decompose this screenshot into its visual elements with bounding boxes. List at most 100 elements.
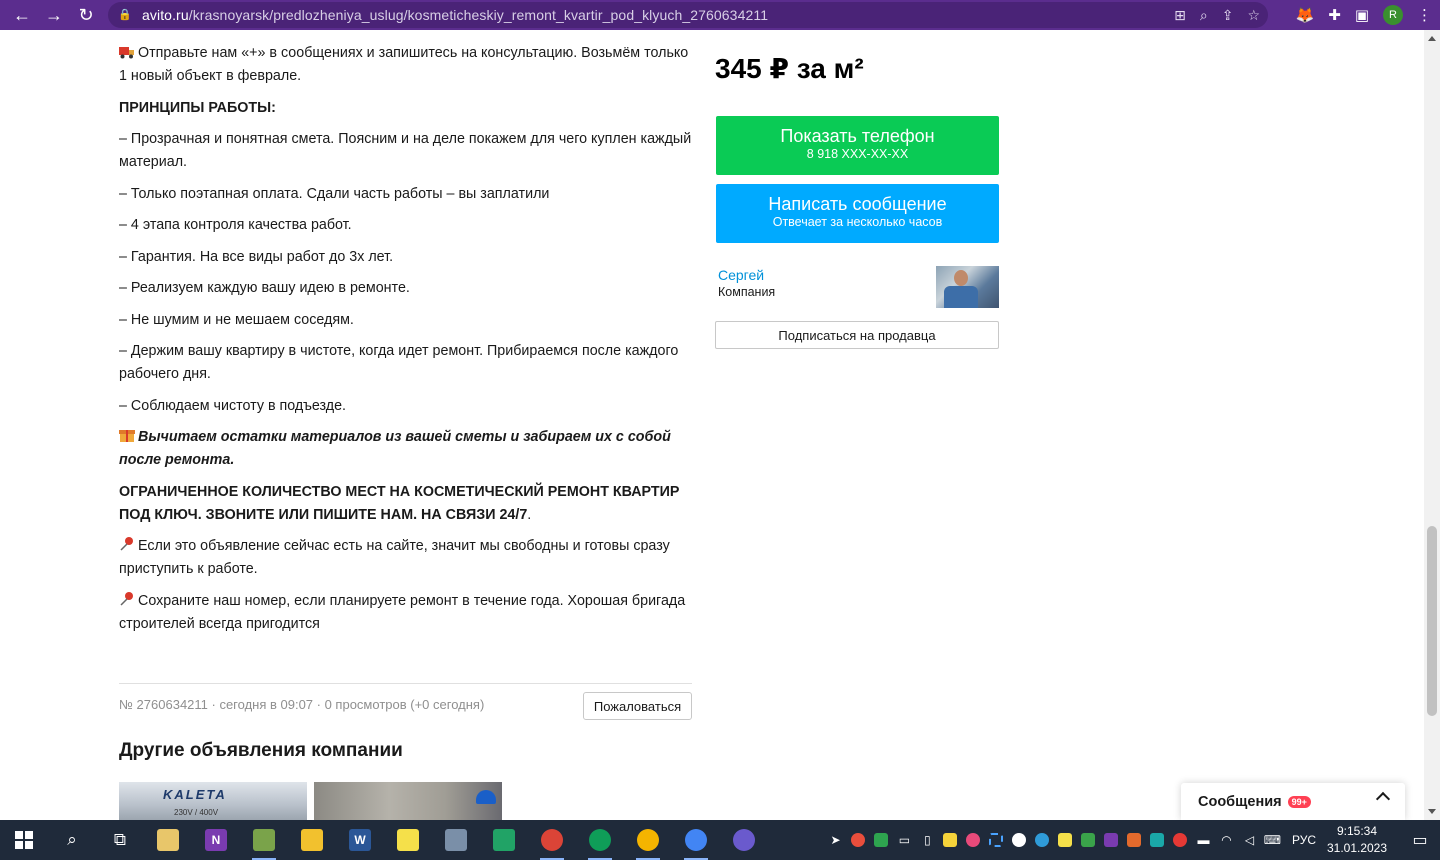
scroll-down-arrow-icon[interactable]: [1428, 809, 1436, 814]
messages-count-badge: 99+: [1287, 795, 1311, 808]
description-paragraph: Вычитаем остатки материалов из вашей сме…: [119, 426, 699, 472]
description-paragraph: Отправьте нам «+» в сообщениях и запишит…: [119, 42, 699, 88]
messages-label: Сообщения: [1198, 793, 1282, 810]
fx-icon[interactable]: [1146, 820, 1169, 860]
task-view-icon[interactable]: ⧉: [96, 820, 144, 860]
paragraph-text: – 4 этапа контроля качества работ.: [119, 217, 352, 233]
write-message-button[interactable]: Написать сообщение Отвечает за несколько…: [716, 184, 999, 243]
other-ads-title: Другие объявления компании: [119, 740, 403, 761]
wifi-icon[interactable]: ◠: [1215, 820, 1238, 860]
pushpin-emoji-icon: [119, 591, 135, 606]
address-bar[interactable]: 🔒 avito.ru/krasnoyarsk/predlozheniya_usl…: [108, 2, 1268, 28]
notifications-icon[interactable]: ▭: [1400, 820, 1440, 860]
page-scrollbar[interactable]: [1424, 30, 1440, 820]
browser-tray-icon[interactable]: [1031, 820, 1054, 860]
screenshot-icon[interactable]: [985, 820, 1008, 860]
complain-button[interactable]: Пожаловаться: [583, 692, 692, 720]
cloud-icon[interactable]: [1077, 820, 1100, 860]
shield-icon[interactable]: [870, 820, 893, 860]
avatar-shirt-shape: [944, 286, 978, 308]
system-tray: ➤ ▭ ▯ ▬ ◠ ◁ ⌨ РУС 9:15:34 31.01.2023 ▭: [824, 820, 1440, 860]
volume-icon[interactable]: ◁: [1238, 820, 1261, 860]
scrollbar-thumb[interactable]: [1427, 526, 1437, 716]
description-paragraph: ПРИНЦИПЫ РАБОТЫ:: [119, 97, 699, 120]
paragraph-text: – Не шумим и не мешаем соседям.: [119, 311, 354, 328]
chrome-profile-icon[interactable]: [624, 820, 672, 860]
show-phone-label: Показать телефон: [780, 126, 935, 146]
paragraph-text: Сохраните наш номер, если планируете рем…: [119, 592, 686, 632]
share-icon[interactable]: ⇪: [1222, 7, 1234, 24]
scroll-up-arrow-icon[interactable]: [1428, 36, 1436, 41]
clock-date: 31.01.2023: [1326, 841, 1388, 855]
check-icon[interactable]: [1054, 820, 1077, 860]
paragraph-text: – Держим вашу квартиру в чистоте, когда …: [119, 343, 679, 382]
chevron-up-icon[interactable]: [1375, 791, 1391, 807]
description-paragraph: – Гарантия. На все виды работ до 3х лет.: [119, 246, 699, 269]
description-paragraph: Сохраните наш номер, если планируете рем…: [119, 590, 699, 636]
other-ad-thumbnail[interactable]: KALETA 230V / 400V: [119, 782, 307, 820]
sticky-notes-icon[interactable]: [384, 820, 432, 860]
masked-phone-number: 8 918 XXX-XX-XX: [806, 147, 909, 161]
monitor-icon[interactable]: ▭: [893, 820, 916, 860]
seller-name-link[interactable]: Сергей: [718, 267, 764, 283]
zoom-icon[interactable]: ⌕: [1200, 7, 1208, 24]
app-tray-icon[interactable]: [1123, 820, 1146, 860]
paragraph-text: Если это объявление сейчас есть на сайте…: [119, 538, 670, 577]
document-icon[interactable]: ▯: [916, 820, 939, 860]
bookmark-star-icon[interactable]: ☆: [1247, 7, 1260, 24]
clock-time: 9:15:34: [1336, 824, 1378, 838]
thumbnail-brand-text: KALETA: [163, 787, 227, 802]
network-app-icon[interactable]: [432, 820, 480, 860]
target-icon[interactable]: [962, 820, 985, 860]
paragraph-text: Отправьте нам «+» в сообщениях и запишит…: [119, 45, 689, 84]
seller-type: Компания: [718, 285, 776, 299]
messages-widget[interactable]: Сообщения 99+: [1181, 783, 1405, 820]
chart-app-icon[interactable]: [240, 820, 288, 860]
chrome-profile-icon[interactable]: [672, 820, 720, 860]
search-icon[interactable]: ⌕: [48, 820, 96, 860]
telegram-icon[interactable]: ➤: [824, 820, 847, 860]
thumbnail-sub-text: 230V / 400V: [174, 808, 219, 817]
description-paragraph: Если это объявление сейчас есть на сайте…: [119, 535, 699, 581]
chrome-profile-icon[interactable]: [576, 820, 624, 860]
paragraph-text: ПРИНЦИПЫ РАБОТЫ:: [119, 99, 276, 116]
settings-app-icon[interactable]: [720, 820, 768, 860]
onenote-app-icon[interactable]: N: [192, 820, 240, 860]
chrome-icon[interactable]: [528, 820, 576, 860]
notepad-app-icon[interactable]: [144, 820, 192, 860]
browser-menu-icon[interactable]: ⋮: [1417, 6, 1432, 24]
divider: [119, 683, 692, 684]
word-app-icon[interactable]: W: [336, 820, 384, 860]
reload-icon[interactable]: ↻: [70, 0, 102, 30]
other-ad-thumbnail[interactable]: [314, 782, 502, 820]
yandex-icon[interactable]: [1169, 820, 1192, 860]
seller-avatar[interactable]: [936, 266, 999, 308]
description-paragraph: – Не шумим и не мешаем соседям.: [119, 309, 699, 332]
colorful-app-icon[interactable]: [847, 820, 870, 860]
paragraph-text: – Прозрачная и понятная смета. Поясним и…: [119, 131, 692, 170]
language-indicator[interactable]: РУС: [1292, 833, 1316, 847]
paragraph-text: – Только поэтапная оплата. Сдали часть р…: [119, 185, 550, 202]
sheets-app-icon[interactable]: [480, 820, 528, 860]
battery-icon[interactable]: ▬: [1192, 820, 1215, 860]
notes-icon[interactable]: [939, 820, 962, 860]
translate-icon[interactable]: ⊞: [1174, 7, 1186, 24]
fox-extension-icon[interactable]: 🦊: [1296, 6, 1315, 24]
file-explorer-icon[interactable]: [288, 820, 336, 860]
back-arrow-icon[interactable]: ←: [6, 0, 38, 30]
forward-arrow-icon[interactable]: →: [38, 0, 70, 30]
response-time-text: Отвечает за несколько часов: [772, 215, 943, 229]
description-paragraph: – Соблюдаем чистоту в подъезде.: [119, 395, 699, 418]
profile-avatar[interactable]: R: [1383, 5, 1403, 25]
windows-start-icon[interactable]: [0, 820, 48, 860]
pushpin-emoji-icon: [119, 536, 135, 551]
sidepanel-icon[interactable]: ▣: [1355, 6, 1369, 24]
keyboard-icon[interactable]: ⌨: [1261, 820, 1284, 860]
show-phone-button[interactable]: Показать телефон 8 918 XXX-XX-XX: [716, 116, 999, 175]
system-clock[interactable]: 9:15:34 31.01.2023: [1326, 823, 1388, 857]
extensions-puzzle-icon[interactable]: ✚: [1328, 6, 1341, 24]
url-text: avito.ru/krasnoyarsk/predlozheniya_uslug…: [142, 7, 769, 23]
onenote-tray-icon[interactable]: [1100, 820, 1123, 860]
sync-icon[interactable]: [1008, 820, 1031, 860]
subscribe-seller-button[interactable]: Подписаться на продавца: [715, 321, 999, 349]
